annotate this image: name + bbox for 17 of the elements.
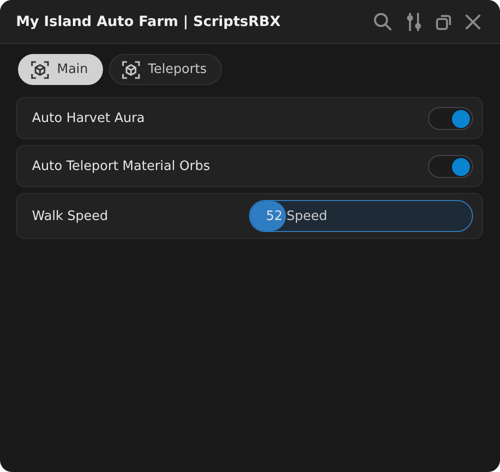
tab[interactable]: Main: [18, 54, 104, 85]
slider-unit: Speed: [286, 208, 328, 224]
toggle-switch[interactable]: [428, 154, 473, 178]
slider-value: 52: [266, 208, 283, 224]
search-icon[interactable]: [373, 12, 393, 32]
option-label: Auto Harvet Aura: [32, 110, 145, 126]
restore-icon[interactable]: [435, 12, 453, 30]
cube-icon: [122, 60, 140, 78]
window-title: My Island Auto Farm | ScriptsRBX: [16, 14, 280, 30]
tab[interactable]: Teleports: [109, 54, 222, 85]
slider[interactable]: 52 Speed: [249, 200, 473, 232]
option-label: Walk Speed: [32, 208, 108, 224]
toggle-switch[interactable]: [428, 106, 473, 130]
sliders-icon[interactable]: [404, 12, 424, 32]
option-label: Auto Teleport Material Orbs: [32, 158, 210, 174]
cube-icon: [31, 60, 49, 78]
close-icon[interactable]: [464, 12, 482, 30]
